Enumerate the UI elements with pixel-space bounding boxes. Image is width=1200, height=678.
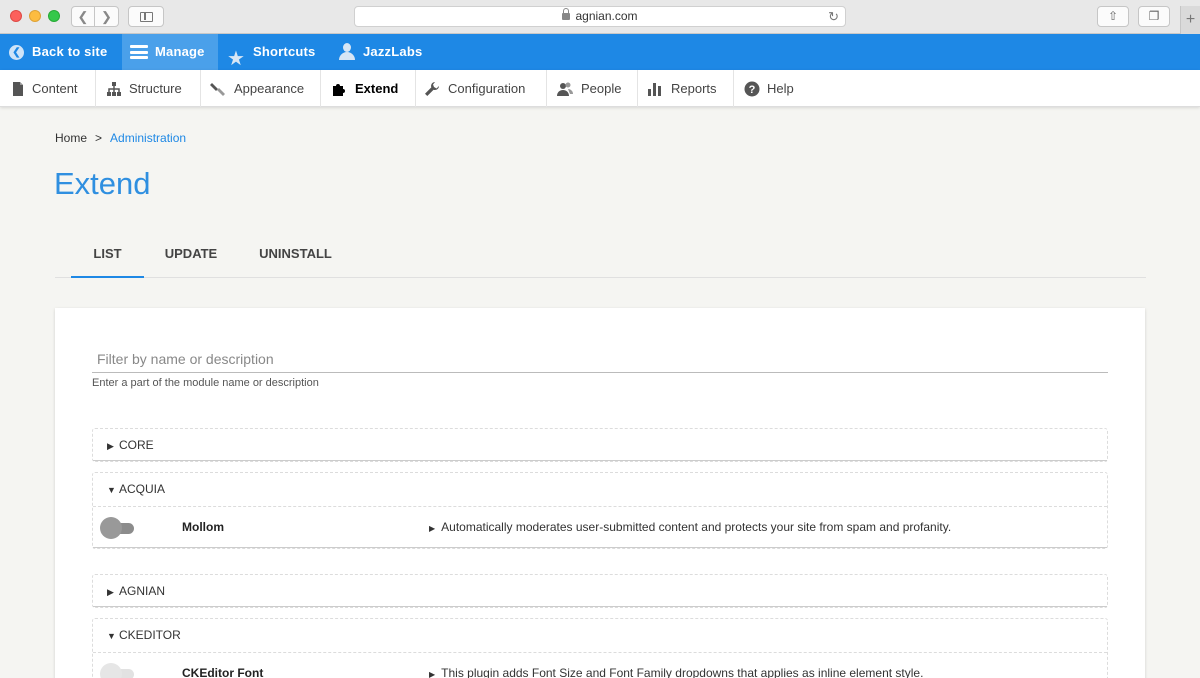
shortcuts-tab[interactable]: ★ Shortcuts [219, 34, 327, 70]
url-text: agnian.com [575, 9, 638, 23]
sidebar-toggle-button[interactable] [128, 6, 164, 27]
caret-right-icon: ▶ [429, 524, 436, 533]
shortcuts-label: Shortcuts [253, 44, 316, 59]
caret-right-icon: ▶ [107, 441, 114, 451]
module-description-toggle[interactable]: ▶ This plugin adds Font Size and Font Fam… [429, 666, 923, 678]
sidebar-icon [140, 12, 153, 22]
menu-item-help[interactable]: ? Help [734, 70, 808, 107]
lock-icon [562, 8, 571, 20]
sitemap-icon [107, 82, 121, 96]
package-core: ▶ CORE [92, 428, 1108, 462]
module-description: This plugin adds Font Size and Font Fami… [441, 666, 924, 678]
people-icon [557, 82, 573, 96]
module-list-card: Enter a part of the module name or descr… [55, 308, 1145, 678]
menu-label-appearance: Appearance [234, 81, 305, 96]
puzzle-icon [333, 84, 345, 96]
manage-tab[interactable]: Manage [122, 34, 218, 70]
package-core-label: CORE [119, 438, 154, 452]
browser-toolbar: ❮ ❯ agnian.com ↻ ⇧ ❐ + [0, 0, 1200, 34]
browser-back-button[interactable]: ❮ [71, 6, 95, 27]
tab-update[interactable]: UPDATE [151, 236, 231, 278]
close-window-button[interactable] [10, 10, 22, 22]
tab-uninstall[interactable]: UNINSTALL [248, 236, 343, 278]
admin-menu-tray: Content Structure Appearance Extend Conf… [0, 70, 1200, 107]
address-bar[interactable]: agnian.com ↻ [354, 6, 846, 27]
help-icon: ? [744, 81, 760, 97]
menu-item-reports[interactable]: Reports [638, 70, 734, 107]
module-description-toggle[interactable]: ▶ Automatically moderates user-submitted … [429, 520, 951, 534]
menu-label-configuration: Configuration [448, 81, 526, 96]
module-row-mollom: Mollom ▶ Automatically moderates user-sub… [93, 506, 1107, 548]
menu-label-extend: Extend [355, 81, 399, 96]
package-ckeditor: ▼ CKEDITOR CKEditor Font ▶ This plugin add… [92, 618, 1108, 678]
package-core-toggle[interactable]: ▶ CORE [93, 429, 1107, 462]
local-tabs: LIST UPDATE UNINSTALL [55, 236, 1146, 278]
tabs-icon: ❐ [1148, 9, 1160, 23]
share-button[interactable]: ⇧ [1097, 6, 1129, 27]
back-to-site-label: Back to site [32, 44, 108, 59]
breadcrumb-administration[interactable]: Administration [110, 131, 186, 145]
user-tab[interactable]: JazzLabs [329, 34, 429, 70]
package-acquia-label: ACQUIA [119, 482, 166, 496]
browser-forward-button[interactable]: ❯ [95, 6, 119, 27]
back-arrow-icon: ❮ [9, 45, 24, 60]
package-agnian: ▶ AGNIAN [92, 574, 1108, 608]
menu-label-reports: Reports [671, 81, 717, 96]
share-icon: ⇧ [1107, 9, 1119, 23]
document-icon [13, 82, 23, 96]
user-label: JazzLabs [363, 44, 423, 59]
package-acquia-toggle[interactable]: ▼ ACQUIA [93, 473, 1107, 506]
caret-down-icon: ▼ [107, 631, 116, 641]
divider [93, 460, 1107, 461]
menu-item-people[interactable]: People [547, 70, 638, 107]
module-enable-toggle[interactable] [100, 517, 135, 539]
menu-item-extend[interactable]: Extend [321, 70, 416, 107]
menu-label-content: Content [32, 81, 78, 96]
menu-item-structure[interactable]: Structure [96, 70, 201, 107]
menu-item-content[interactable]: Content [0, 70, 96, 107]
manage-label: Manage [155, 44, 205, 59]
paintbrush-icon [210, 83, 225, 96]
package-agnian-label: AGNIAN [119, 584, 166, 598]
new-tab-button[interactable]: + [1180, 6, 1200, 34]
module-name: CKEditor Font [182, 666, 264, 678]
filter-help-text: Enter a part of the module name or descr… [92, 377, 319, 389]
reload-icon[interactable]: ↻ [828, 7, 839, 26]
package-ckeditor-toggle[interactable]: ▼ CKEDITOR [93, 619, 1107, 652]
tab-list[interactable]: LIST [71, 236, 144, 278]
back-to-site-link[interactable]: ❮ Back to site [0, 34, 120, 70]
wrench-icon [425, 82, 439, 96]
menu-label-help: Help [767, 81, 794, 96]
breadcrumb-home[interactable]: Home [55, 131, 87, 145]
minimize-window-button[interactable] [29, 10, 41, 22]
user-icon [339, 43, 355, 61]
package-ckeditor-label: CKEDITOR [119, 628, 181, 642]
menu-label-people: People [581, 81, 622, 96]
menu-item-appearance[interactable]: Appearance [201, 70, 321, 107]
module-row-ckeditor-font: CKEditor Font ▶ This plugin adds Font Siz… [93, 652, 1107, 678]
bar-chart-icon [648, 83, 661, 96]
package-acquia: ▼ ACQUIA Mollom ▶ Automatically moderates … [92, 472, 1108, 549]
caret-down-icon: ▼ [107, 485, 116, 495]
svg-text:?: ? [749, 84, 756, 96]
package-agnian-toggle[interactable]: ▶ AGNIAN [93, 575, 1107, 608]
menu-label-structure: Structure [129, 81, 182, 96]
filter-input[interactable] [92, 345, 1108, 373]
module-description: Automatically moderates user-submitted c… [441, 520, 952, 534]
zoom-window-button[interactable] [48, 10, 60, 22]
admin-toolbar: ❮ Back to site Manage ★ Shortcuts JazzLa… [0, 34, 1200, 70]
module-enable-toggle[interactable] [100, 663, 135, 678]
hamburger-icon [130, 45, 148, 59]
menu-item-configuration[interactable]: Configuration [416, 70, 547, 107]
module-name: Mollom [182, 520, 224, 534]
divider [93, 547, 1107, 548]
divider [93, 606, 1107, 607]
caret-right-icon: ▶ [429, 670, 436, 678]
caret-right-icon: ▶ [107, 587, 114, 597]
breadcrumb: Home > Administration [55, 131, 186, 145]
page-title: Extend [54, 166, 151, 201]
show-tabs-button[interactable]: ❐ [1138, 6, 1170, 27]
breadcrumb-separator: > [95, 131, 103, 145]
